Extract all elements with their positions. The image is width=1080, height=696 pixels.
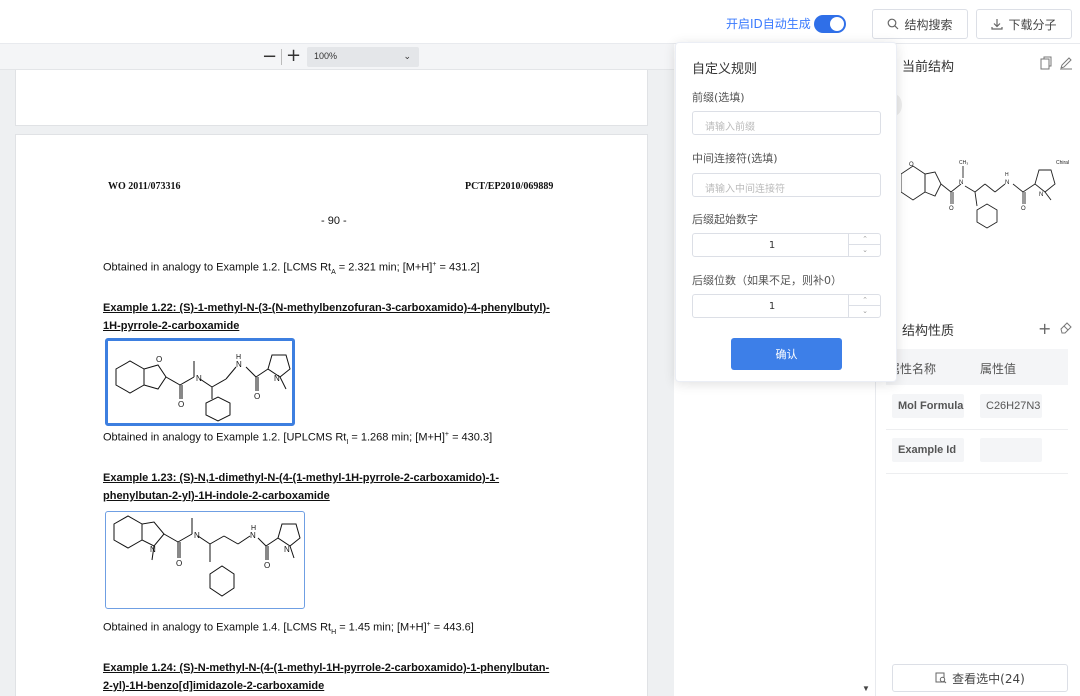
property-value[interactable] bbox=[980, 438, 1042, 462]
suffix-start-value: 1 bbox=[768, 240, 776, 251]
property-value[interactable]: C26H27N3 bbox=[980, 394, 1042, 418]
download-icon bbox=[991, 19, 1004, 30]
edit-icon[interactable] bbox=[1059, 56, 1073, 70]
properties-table-header: 属性名称 属性值 bbox=[886, 349, 1068, 385]
document-viewer[interactable]: − + 100% ⌄ WO 2011/073316 PCT/EP2010/069… bbox=[0, 44, 674, 696]
example-1-24-title: Example 1.24: (S)-N-methyl-N-(4-(1-methy… bbox=[103, 662, 550, 692]
download-molecule-button[interactable]: 下载分子 bbox=[976, 9, 1072, 39]
svg-text:H: H bbox=[1005, 172, 1009, 178]
property-name: Example Id bbox=[892, 438, 964, 462]
right-panel: 当前结构 O O N CH₃ N H O N Chiral 结构性质 + 属性名… bbox=[875, 44, 1080, 696]
application-number: PCT/EP2010/069889 bbox=[465, 181, 554, 192]
svg-text:H: H bbox=[251, 525, 256, 532]
suffix-digits-value: 1 bbox=[768, 301, 776, 312]
ch3-label: CH₃ bbox=[959, 160, 968, 166]
column-property-value: 属性值 bbox=[980, 362, 1017, 376]
eraser-icon[interactable] bbox=[1059, 320, 1073, 334]
structure-search-label: 结构搜索 bbox=[904, 17, 953, 32]
current-structure-drawing[interactable]: O O N CH₃ N H O N Chiral bbox=[901, 148, 1079, 248]
custom-rule-popover: 自定义规则 前缀(选填) 请输入前缀 中间连接符(选填) 请输入中间连接符 后缀… bbox=[675, 42, 897, 382]
svg-text:O: O bbox=[909, 162, 914, 168]
search-icon bbox=[888, 18, 899, 30]
example-1-22-title: Example 1.22: (S)-1-methyl-N-(3-(N-methy… bbox=[103, 302, 550, 332]
pdf-page-previous bbox=[15, 70, 648, 126]
molecule-1-22-selected[interactable]: O O N N H O N bbox=[105, 338, 295, 426]
svg-text:O: O bbox=[949, 206, 954, 212]
app-root: 开启ID自动生成 结构搜索 下载分子 − + 100% ⌄ WO 2011/07… bbox=[0, 0, 1080, 696]
suffix-digits-label: 后缀位数（如果不足，则补0） bbox=[692, 274, 842, 287]
chevron-down-icon: ⌄ bbox=[403, 51, 411, 61]
patent-number: WO 2011/073316 bbox=[108, 181, 181, 192]
view-selected-label: 查看选中(24) bbox=[952, 671, 1025, 686]
suffix-start-stepper[interactable]: 1 ⌃ ⌄ bbox=[692, 233, 881, 257]
connector-label: 中间连接符(选填) bbox=[692, 152, 778, 165]
example-1-23-title: Example 1.23: (S)-N,1-dimethyl-N-(4-(1-m… bbox=[103, 472, 500, 502]
svg-text:O: O bbox=[176, 559, 182, 568]
suffix-start-label: 后缀起始数字 bbox=[692, 213, 758, 226]
property-name: Mol Formula bbox=[892, 394, 964, 418]
stepper-controls: ⌃ ⌄ bbox=[848, 234, 881, 256]
decrement-button[interactable]: ⌄ bbox=[849, 245, 881, 256]
plus-icon[interactable]: + bbox=[1038, 319, 1051, 338]
svg-text:N: N bbox=[150, 545, 156, 554]
decrement-button[interactable]: ⌄ bbox=[849, 306, 881, 317]
increment-button[interactable]: ⌃ bbox=[849, 295, 881, 306]
result-line-2: Obtained in analogy to Example 1.2. [UPL… bbox=[103, 431, 493, 446]
increment-button[interactable]: ⌃ bbox=[849, 234, 881, 245]
table-row: Example Id bbox=[886, 430, 1068, 474]
table-row: Mol Formula C26H27N3 bbox=[886, 386, 1068, 430]
auto-id-label[interactable]: 开启ID自动生成 bbox=[726, 15, 811, 32]
prefix-input[interactable]: 请输入前缀 bbox=[692, 111, 881, 135]
svg-text:N: N bbox=[274, 374, 280, 383]
structure-search-button[interactable]: 结构搜索 bbox=[872, 9, 968, 39]
svg-text:N: N bbox=[194, 531, 200, 540]
svg-text:N: N bbox=[1005, 180, 1009, 186]
zoom-select[interactable]: 100% ⌄ bbox=[307, 47, 419, 67]
copy-icon[interactable] bbox=[1039, 56, 1053, 70]
suffix-digits-stepper[interactable]: 1 ⌃ ⌄ bbox=[692, 294, 881, 318]
svg-text:N: N bbox=[959, 180, 963, 186]
svg-text:N: N bbox=[196, 374, 202, 383]
download-molecule-label: 下载分子 bbox=[1008, 17, 1057, 32]
svg-text:N: N bbox=[236, 360, 242, 369]
stepper-controls: ⌃ ⌄ bbox=[848, 295, 881, 317]
svg-text:O: O bbox=[254, 392, 260, 401]
molecule-1-23[interactable]: N O N N H O N bbox=[105, 511, 305, 609]
zoom-toolbar: − + 100% ⌄ bbox=[0, 44, 674, 70]
top-bar: 开启ID自动生成 结构搜索 下载分子 bbox=[0, 0, 1080, 44]
scroll-down-arrow[interactable]: ▼ bbox=[862, 684, 870, 693]
zoom-out-button[interactable]: − bbox=[262, 46, 277, 67]
current-structure-title: 当前结构 bbox=[902, 60, 955, 75]
svg-text:O: O bbox=[1021, 206, 1026, 212]
svg-text:O: O bbox=[156, 355, 162, 364]
zoom-divider bbox=[281, 49, 282, 65]
svg-text:O: O bbox=[264, 561, 270, 570]
chiral-label: Chiral bbox=[1056, 160, 1069, 166]
svg-text:H: H bbox=[236, 354, 241, 361]
zoom-value: 100% bbox=[314, 51, 338, 61]
molecule-structure: O O N N H O N bbox=[115, 354, 291, 422]
properties-title: 结构性质 bbox=[902, 324, 955, 339]
result-line-1: Obtained in analogy to Example 1.2. [LCM… bbox=[103, 261, 480, 276]
svg-text:O: O bbox=[178, 400, 184, 409]
popover-title: 自定义规则 bbox=[692, 62, 758, 77]
result-line-3: Obtained in analogy to Example 1.4. [LCM… bbox=[103, 621, 474, 636]
auto-id-toggle[interactable] bbox=[814, 15, 846, 33]
view-selected-button[interactable]: 查看选中(24) bbox=[892, 664, 1068, 692]
connector-input[interactable]: 请输入中间连接符 bbox=[692, 173, 881, 197]
svg-text:N: N bbox=[250, 531, 256, 540]
svg-text:N: N bbox=[284, 545, 290, 554]
svg-text:N: N bbox=[1039, 192, 1043, 198]
prefix-label: 前缀(选填) bbox=[692, 91, 745, 104]
confirm-button[interactable]: 确认 bbox=[731, 338, 842, 370]
zoom-in-button[interactable]: + bbox=[286, 45, 301, 66]
molecule-structure: N O N N H O N bbox=[113, 515, 301, 597]
pdf-page: WO 2011/073316 PCT/EP2010/069889 - 90 - … bbox=[15, 134, 648, 696]
page-number: - 90 - bbox=[321, 215, 347, 227]
view-selected-icon bbox=[935, 672, 947, 684]
